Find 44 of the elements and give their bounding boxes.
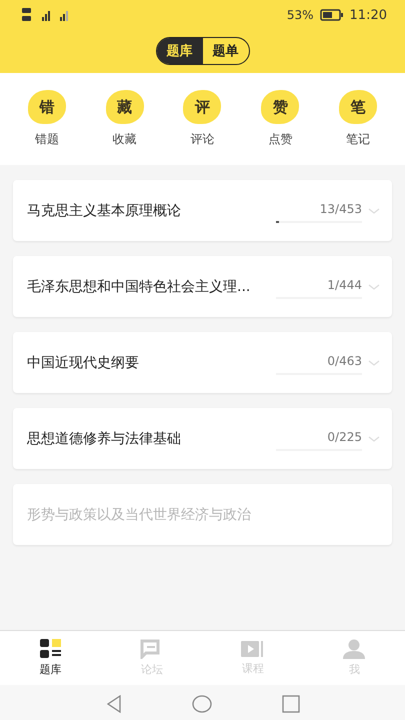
shortcut-badge: 笔	[339, 90, 378, 124]
chevron-down-icon[interactable]	[368, 434, 380, 442]
battery-icon	[320, 9, 344, 21]
progress-count: 1/444	[327, 278, 362, 292]
battery-percent: 53%	[286, 8, 314, 22]
shortcut-button[interactable]: 藏 收藏	[94, 90, 155, 148]
progress-count: 0/225	[327, 430, 362, 444]
segment-tab[interactable]: 题库	[156, 38, 202, 64]
shortcut-badge: 赞	[261, 90, 300, 124]
shortcut-button[interactable]: 赞 点赞	[250, 90, 310, 148]
shortcut-button[interactable]: 评 评论	[172, 90, 232, 148]
shortcut-badge: 藏	[106, 90, 144, 124]
video-icon	[241, 640, 266, 658]
progress-count: 0/463	[327, 354, 362, 368]
clock: 11:20	[350, 8, 387, 22]
chevron-down-icon[interactable]	[368, 206, 380, 214]
shortcut-button[interactable]: 错 错题	[16, 90, 77, 148]
subject-title: 马克思主义基本原理概论	[27, 202, 182, 220]
subject-title: 中国近现代史纲要	[27, 354, 140, 372]
chevron-down-icon[interactable]	[368, 358, 380, 366]
shortcut-label: 评论	[190, 131, 214, 148]
back-icon[interactable]	[106, 694, 122, 712]
shortcut-label: 笔记	[346, 131, 370, 148]
grid-list-icon	[40, 639, 62, 659]
subject-card[interactable]: 马克思主义基本原理概论 13/453	[13, 180, 392, 241]
segment-tab[interactable]: 题单	[202, 38, 248, 64]
shortcut-badge: 错	[28, 90, 66, 124]
subject-title: 思想道德修养与法律基础	[27, 430, 182, 448]
chevron-down-icon[interactable]	[368, 282, 380, 290]
shortcut-label: 错题	[34, 131, 59, 148]
subject-card[interactable]: 毛泽东思想和中国特色社会主义理... 1/444	[13, 256, 392, 317]
subject-title: 毛泽东思想和中国特色社会主义理...	[27, 278, 252, 296]
shortcut-button[interactable]: 笔 笔记	[328, 90, 388, 148]
subject-card[interactable]: 思想道德修养与法律基础 0/225	[13, 408, 392, 469]
recents-icon[interactable]	[282, 694, 300, 712]
home-icon[interactable]	[192, 694, 212, 712]
subject-title: 形势与政策以及当代世界经济与政治	[27, 506, 252, 524]
shortcut-label: 收藏	[112, 131, 137, 148]
progress-count: 13/453	[320, 202, 362, 216]
person-icon	[342, 639, 366, 659]
shortcut-label: 点赞	[268, 131, 292, 148]
subject-card[interactable]: 中国近现代史纲要 0/463	[13, 332, 392, 393]
shortcut-badge: 评	[183, 90, 222, 124]
tab-bar-item[interactable]: 题库	[0, 631, 102, 685]
